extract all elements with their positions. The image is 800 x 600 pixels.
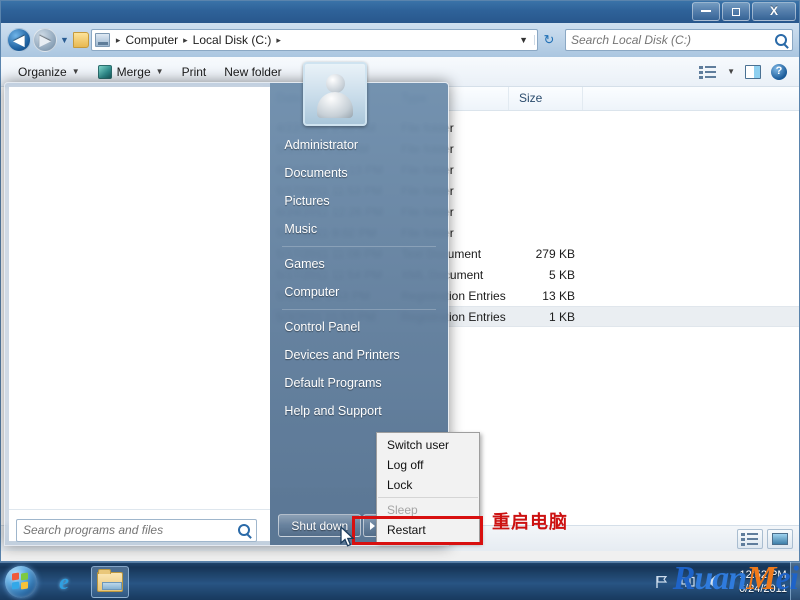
avatar-body-icon	[317, 92, 353, 118]
network-icon[interactable]	[680, 574, 696, 590]
taskbar-clock[interactable]: 12:52 PM 6/24/2011	[732, 568, 794, 596]
explorer-search-box[interactable]	[565, 29, 793, 51]
new-folder-button[interactable]: New folder	[215, 61, 290, 83]
context-menu-item-switch-user[interactable]: Switch user	[377, 435, 479, 455]
start-search-wrapper	[8, 514, 265, 552]
print-button[interactable]: Print	[173, 61, 216, 83]
user-avatar[interactable]	[303, 62, 367, 126]
view-chevron-down-icon[interactable]: ▼	[727, 67, 735, 76]
preview-pane-icon[interactable]	[745, 64, 761, 79]
large-icons-view-button[interactable]	[767, 528, 793, 549]
start-menu-divider	[282, 309, 436, 310]
context-menu-item-restart[interactable]: Restart	[377, 520, 479, 540]
cell-size: 279 KB	[535, 246, 575, 261]
column-header-size[interactable]: Size	[509, 87, 583, 110]
cell-size: 13 KB	[542, 288, 575, 303]
start-menu-item-default-programs[interactable]: Default Programs	[270, 369, 448, 397]
internet-explorer-icon: e	[59, 568, 69, 594]
start-menu-items: Administrator Documents Pictures Music Games…	[270, 131, 448, 425]
forward-button[interactable]: ▶	[33, 28, 57, 52]
start-menu-item-music[interactable]: Music	[270, 215, 448, 243]
breadcrumb-computer[interactable]: Computer	[124, 33, 179, 47]
start-menu-program-list[interactable]	[9, 87, 271, 509]
search-icon	[775, 34, 787, 46]
start-menu-item-devices-and-printers[interactable]: Devices and Printers	[270, 341, 448, 369]
details-view-button[interactable]	[737, 528, 763, 549]
context-menu-separator	[378, 497, 478, 498]
breadcrumb-local-disk[interactable]: Local Disk (C:)	[192, 33, 273, 47]
details-view-icon	[741, 532, 759, 546]
context-menu-item-sleep: Sleep	[387, 503, 418, 517]
help-icon[interactable]: ?	[771, 63, 787, 80]
volume-icon[interactable]	[706, 574, 722, 590]
start-search-input[interactable]	[23, 523, 238, 537]
show-desktop-button[interactable]	[790, 562, 800, 600]
taskbar-internet-explorer-button[interactable]: e	[45, 566, 83, 598]
computer-icon	[94, 33, 110, 47]
column-header-filler	[583, 87, 799, 110]
merge-label: Merge	[116, 64, 151, 79]
organize-label: Organize	[18, 64, 67, 79]
start-menu-left-panel: All Programs	[9, 87, 271, 541]
chevron-down-icon: ▼	[71, 67, 80, 76]
cell-size: 1 KB	[548, 309, 575, 324]
merge-icon	[97, 64, 112, 79]
address-dropdown-icon[interactable]: ▼	[519, 35, 535, 45]
start-search-box[interactable]	[16, 518, 257, 542]
arrow-right-icon	[369, 521, 375, 530]
address-input[interactable]: ▸ Computer ▸ Local Disk (C:) ▸ ▼	[90, 29, 538, 51]
annotation-text: 重启电脑	[492, 512, 568, 533]
window-controls: X	[692, 2, 796, 21]
action-center-flag-icon[interactable]	[654, 574, 670, 590]
start-menu-item-pictures[interactable]: Pictures	[270, 187, 448, 215]
cell-size: 5 KB	[548, 267, 575, 282]
context-menu-item-log-off[interactable]: Log off	[377, 455, 479, 475]
folder-icon	[72, 32, 89, 48]
address-bar-row: ◀ ▶ ▼ ▸ Computer ▸ Local Disk (C:) ▸ ▼ ↻	[1, 23, 799, 57]
start-menu-item-documents[interactable]: Documents	[270, 159, 448, 187]
clock-date: 6/24/2011	[738, 582, 788, 595]
breadcrumb-separator: ▸	[115, 34, 121, 45]
explorer-search-input[interactable]	[571, 33, 775, 47]
close-button[interactable]: X	[752, 2, 796, 21]
start-menu-item-games[interactable]: Games	[270, 250, 448, 278]
system-tray: 12:52 PM 6/24/2011 RuanMei	[654, 560, 800, 597]
breadcrumb-separator[interactable]: ▸	[179, 35, 192, 46]
context-menu-item-lock[interactable]: Lock	[377, 475, 479, 495]
thumbnail-view-icon	[772, 532, 788, 545]
taskbar-windows-explorer-button[interactable]	[91, 565, 129, 598]
maximize-button[interactable]	[722, 2, 750, 21]
avatar-head-icon	[325, 74, 345, 93]
merge-button[interactable]: Merge ▼	[89, 61, 173, 83]
minimize-icon	[701, 10, 711, 12]
clock-time: 12:52 PM	[739, 568, 787, 581]
start-menu-item-administrator[interactable]: Administrator	[270, 131, 448, 159]
maximize-icon	[732, 7, 740, 16]
start-menu-item-help-and-support[interactable]: Help and Support	[270, 397, 448, 425]
organize-button[interactable]: Organize ▼	[9, 61, 89, 83]
back-button[interactable]: ◀	[7, 28, 31, 52]
breadcrumb-separator-end[interactable]: ▸	[272, 35, 285, 46]
status-view-buttons	[737, 528, 793, 549]
start-menu-item-computer[interactable]: Computer	[270, 278, 448, 306]
change-view-icon[interactable]	[699, 65, 717, 79]
windows-explorer-icon	[97, 568, 123, 592]
shut-down-context-menu: Switch user Log off Lock Sleep Restart	[376, 432, 480, 543]
chevron-down-icon: ▼	[155, 67, 164, 76]
minimize-button[interactable]	[692, 2, 720, 21]
refresh-button[interactable]: ↻	[538, 32, 560, 48]
windows-logo-icon	[12, 572, 30, 591]
start-menu-divider	[282, 246, 436, 247]
start-menu-item-control-panel[interactable]: Control Panel	[270, 313, 448, 341]
start-orb-button[interactable]	[5, 565, 37, 598]
recent-pages-caret-icon[interactable]: ▼	[60, 35, 69, 45]
search-icon	[238, 524, 250, 536]
toolbar-right-group: ▼ ?	[699, 63, 791, 80]
window-titlebar[interactable]: X	[1, 1, 799, 23]
taskbar: e 12:52 PM 6/24/2011 RuanMei	[0, 560, 800, 600]
